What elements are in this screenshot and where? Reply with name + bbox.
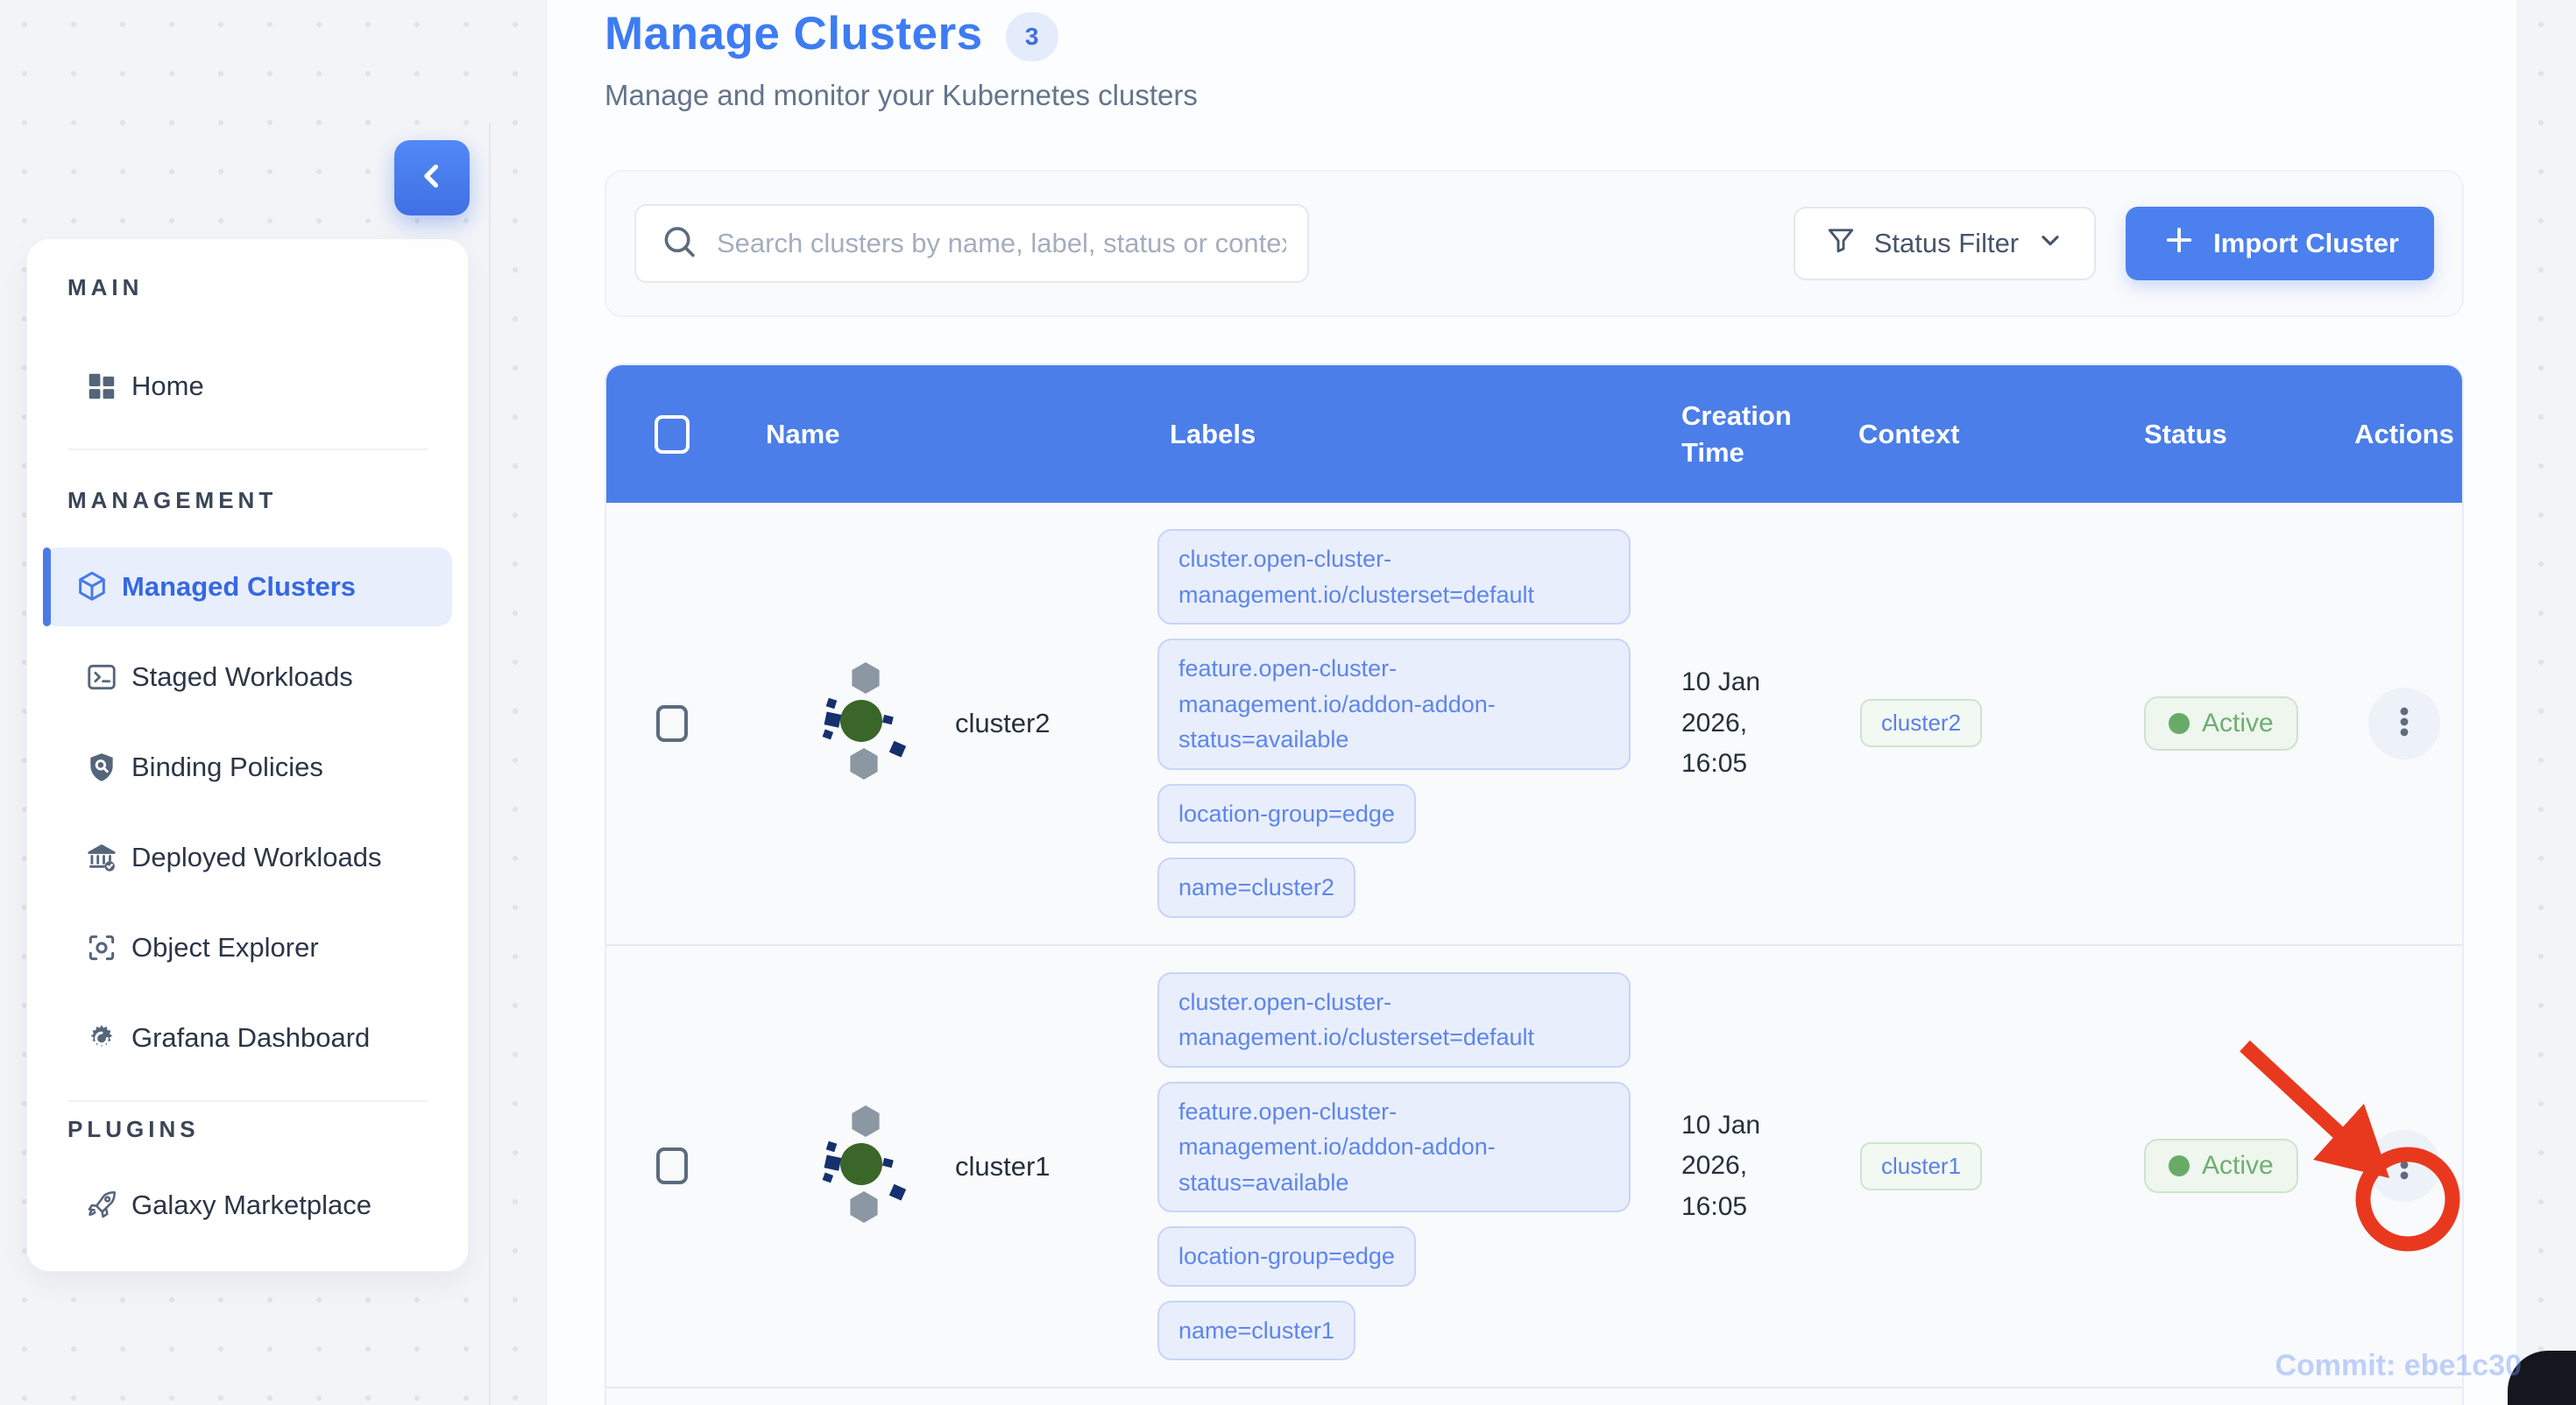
column-header-context: Context <box>1858 418 1960 449</box>
status-label: Active <box>2202 1151 2274 1181</box>
cluster-logo-icon <box>794 1098 934 1234</box>
cluster-manager-app: MAIN Home MANAGEMENT Managed Clusters Staged… <box>0 0 2576 1405</box>
grafana-gear-icon <box>84 1020 119 1056</box>
column-header-labels: Labels <box>1170 418 1256 449</box>
status-filter-button[interactable]: Status Filter <box>1793 207 2097 280</box>
context-badge: cluster1 <box>1860 1141 1983 1190</box>
chevron-left-icon <box>414 158 450 199</box>
sidebar-item-object-explorer[interactable]: Object Explorer <box>43 908 452 987</box>
sidebar-item-label: Deployed Workloads <box>131 842 382 872</box>
cluster-label-badge: location-group=edge <box>1157 1226 1416 1287</box>
chevron-down-icon <box>2036 226 2064 261</box>
cube-icon <box>74 569 110 604</box>
page-title: Manage Clusters <box>605 8 983 60</box>
import-cluster-button[interactable]: Import Cluster <box>2126 207 2434 280</box>
commit-watermark: Commit: ebe1c30 <box>2275 1349 2522 1382</box>
cluster-name-cell: cluster1 <box>738 1098 1157 1234</box>
sidebar-section-divider <box>67 448 428 450</box>
status-filter-label: Status Filter <box>1873 228 2020 258</box>
sidebar-section-title: MAIN <box>67 274 144 300</box>
sidebar-item-deployed-workloads[interactable]: Deployed Workloads <box>43 818 452 897</box>
sidebar-section-title: PLUGINS <box>67 1116 200 1142</box>
cluster-label-badge: name=cluster1 <box>1157 1300 1355 1360</box>
cluster-name: cluster1 <box>955 1150 1051 1182</box>
cluster-label-badge: name=cluster2 <box>1157 858 1355 918</box>
scan-icon <box>84 930 119 965</box>
import-cluster-label: Import Cluster <box>2213 228 2399 258</box>
sidebar: MAIN Home MANAGEMENT Managed Clusters Staged… <box>26 238 469 1272</box>
sidebar-item-home[interactable]: Home <box>43 347 452 426</box>
status-dot-icon <box>2169 1155 2190 1177</box>
toolbar: Status Filter Import Cluster <box>605 170 2464 317</box>
cluster-name: cluster2 <box>955 708 1051 739</box>
sidebar-item-label: Object Explorer <box>131 932 319 963</box>
shield-search-icon <box>84 750 119 785</box>
cluster-label-badge: feature.open-cluster-management.io/addon… <box>1157 1081 1631 1212</box>
context-badge: cluster2 <box>1860 699 1983 748</box>
home-grid-icon <box>84 369 119 404</box>
column-header-creation-time: Creation Time <box>1681 399 1792 468</box>
bank-check-icon <box>84 840 119 875</box>
column-header-name: Name <box>766 418 840 449</box>
sidebar-item-label: Galaxy Marketplace <box>131 1190 372 1220</box>
kebab-icon <box>2385 1146 2424 1187</box>
sidebar-item-label: Grafana Dashboard <box>131 1022 371 1053</box>
main-content: Manage Clusters 3 Manage and monitor you… <box>548 0 2516 1405</box>
sidebar-section-title: MANAGEMENT <box>67 487 278 513</box>
cluster-labels-cell: cluster.open-cluster-management.io/clust… <box>1157 1388 1648 1405</box>
cluster-label-badge: feature.open-cluster-management.io/addon… <box>1157 639 1631 770</box>
cluster-labels-cell: cluster.open-cluster-management.io/clust… <box>1157 946 1648 1387</box>
search-input[interactable] <box>634 204 1309 283</box>
kebab-icon <box>2385 702 2424 744</box>
row-actions-menu-button[interactable] <box>2368 687 2440 759</box>
sidebar-item-staged-workloads[interactable]: Staged Workloads <box>43 638 452 717</box>
clusters-table: Name Labels Creation Time Context Status… <box>605 364 2464 1405</box>
cluster-logo-icon <box>794 655 934 791</box>
sidebar-item-managed-clusters[interactable]: Managed Clusters <box>43 547 452 626</box>
table-header-row: Name Labels Creation Time Context Status… <box>606 365 2462 503</box>
select-all-checkbox[interactable] <box>655 414 690 454</box>
table-row: cluster2 cluster.open-cluster-management.… <box>606 503 2462 944</box>
page-subtitle: Manage and monitor your Kubernetes clust… <box>605 79 1198 111</box>
cluster-label-badge: location-group=edge <box>1157 783 1416 844</box>
funnel-icon <box>1825 224 1857 263</box>
sidebar-divider-line <box>489 123 491 1405</box>
column-header-actions: Actions <box>2354 418 2454 449</box>
sidebar-item-label: Managed Clusters <box>122 571 357 602</box>
sidebar-item-label: Binding Policies <box>131 752 323 782</box>
sidebar-section-divider <box>67 1100 428 1102</box>
column-header-status: Status <box>2144 418 2227 449</box>
cluster-name-cell: cluster2 <box>738 655 1157 791</box>
row-checkbox[interactable] <box>656 704 688 742</box>
cluster-labels-cell: cluster.open-cluster-management.io/clust… <box>1157 503 1648 944</box>
sidebar-item-label: Home <box>131 371 204 401</box>
status-label: Active <box>2202 708 2274 738</box>
terminal-icon <box>84 660 119 695</box>
cluster-label-badge: cluster.open-cluster-management.io/clust… <box>1157 529 1631 625</box>
table-row: k3d-example-clustercluster.open-cluster-… <box>606 1387 2462 1405</box>
table-body: cluster2 cluster.open-cluster-management.… <box>606 503 2462 1405</box>
search-icon <box>659 222 699 266</box>
plus-icon <box>2161 222 2197 265</box>
rocket-icon <box>84 1188 119 1223</box>
table-row: cluster1 cluster.open-cluster-management.… <box>606 943 2462 1387</box>
sidebar-item-label: Staged Workloads <box>131 661 353 692</box>
status-badge: Active <box>2144 695 2298 751</box>
row-actions-menu-button[interactable] <box>2368 1130 2440 1203</box>
creation-time: 10 Jan 2026, 16:05 <box>1681 1110 1761 1221</box>
row-checkbox[interactable] <box>656 1147 688 1185</box>
cluster-label-badge: cluster.open-cluster-management.io/clust… <box>1157 971 1631 1068</box>
right-gutter <box>2516 0 2576 1405</box>
sidebar-item-grafana-dashboard[interactable]: Grafana Dashboard <box>43 999 452 1077</box>
sidebar-item-galaxy-marketplace[interactable]: Galaxy Marketplace <box>43 1166 452 1245</box>
sidebar-item-binding-policies[interactable]: Binding Policies <box>43 728 452 807</box>
sidebar-collapse-button[interactable] <box>394 140 470 215</box>
status-badge: Active <box>2144 1139 2298 1194</box>
cluster-count-badge: 3 <box>1005 12 1058 61</box>
status-dot-icon <box>2169 712 2190 734</box>
creation-time: 10 Jan 2026, 16:05 <box>1681 667 1761 778</box>
